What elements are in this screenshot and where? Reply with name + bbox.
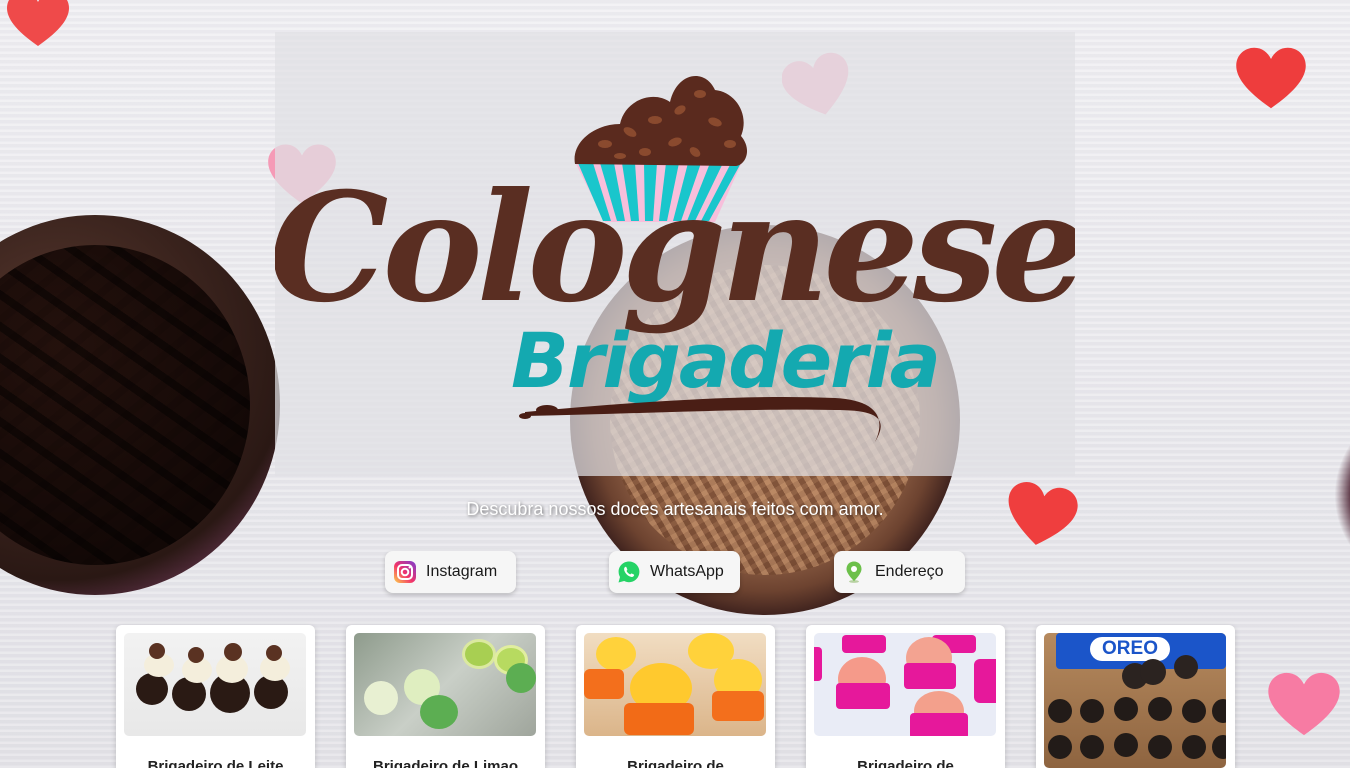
brand-subtitle: Brigaderia (511, 316, 939, 405)
product-photo: OREO (1044, 633, 1226, 768)
heart-icon (5, 0, 71, 48)
product-card[interactable]: Brigadeiro de (576, 625, 775, 768)
product-card[interactable]: Brigadeiro de Leite (116, 625, 315, 768)
brigadeiro-left-decoration (0, 215, 280, 595)
product-title: Brigadeiro de (857, 758, 954, 768)
address-label: Endereço (875, 563, 944, 580)
heart-icon (1234, 42, 1308, 114)
product-photo (814, 633, 996, 736)
instagram-label: Instagram (426, 563, 498, 580)
brigadeiro-right-decoration (1330, 420, 1350, 570)
whatsapp-button[interactable]: WhatsApp (609, 551, 740, 593)
product-photo (124, 633, 306, 736)
logo-panel: Colognese Brigaderia (275, 32, 1075, 476)
product-photo (584, 633, 766, 736)
product-photo (354, 633, 536, 736)
oreo-package-label: OREO (1090, 637, 1170, 661)
brand-name: Colognese (275, 160, 1075, 336)
product-card[interactable]: Brigadeiro de (806, 625, 1005, 768)
tagline: Descubra nossos doces artesanais feitos … (466, 499, 884, 519)
product-card[interactable]: Brigadeiro de Limao (346, 625, 545, 768)
location-pin-icon (842, 560, 866, 584)
address-button[interactable]: Endereço (834, 551, 965, 593)
product-card[interactable]: OREO (1036, 625, 1235, 768)
product-title: Brigadeiro de Limao (372, 758, 519, 768)
instagram-button[interactable]: Instagram (385, 551, 516, 593)
product-title: Brigadeiro de (627, 758, 724, 768)
whatsapp-icon (617, 560, 641, 584)
brand-logo: Colognese Brigaderia (275, 76, 1075, 442)
whatsapp-label: WhatsApp (650, 563, 724, 580)
instagram-icon (393, 560, 417, 584)
heart-icon (1266, 668, 1342, 740)
product-title: Brigadeiro de Leite (147, 758, 284, 768)
